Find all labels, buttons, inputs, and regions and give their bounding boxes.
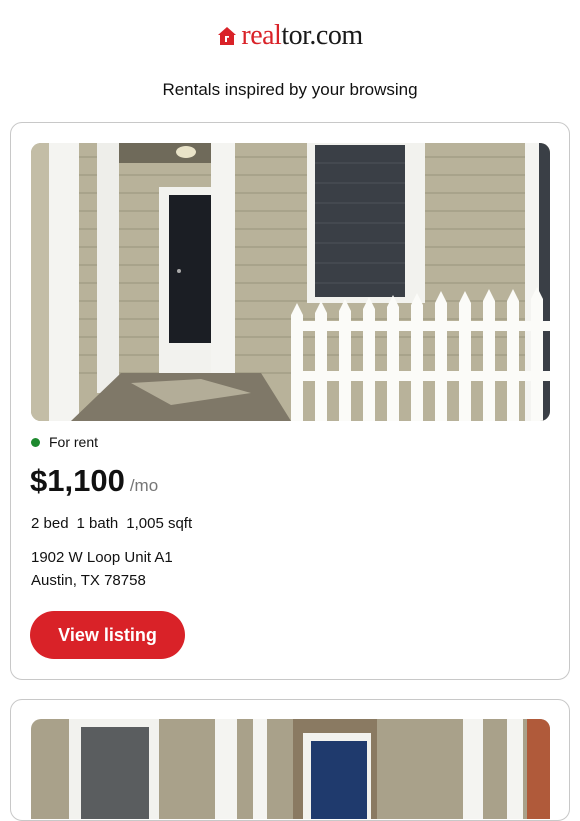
status-dot-icon [31,437,40,447]
sqft: 1,005 sqft [126,515,193,532]
listing-photo[interactable] [31,143,550,421]
price-unit: /mo [129,476,159,495]
listing-price: $1,100 /mo [30,463,158,499]
address-line-1: 1902 W Loop Unit A1 [31,549,173,566]
intro-heading: Rentals inspired by your browsing [162,80,418,99]
beds: 2 bed [31,515,69,532]
logo-wordmark: realtor.com [241,20,363,51]
listing-card[interactable]: For rent $1,100 /mo 2 bed 1 bath 1,005 s… [10,122,570,680]
realtor-logo[interactable]: realtor.com [217,20,363,51]
realtor-house-icon [218,27,237,45]
status-label: For rent [49,434,99,450]
header: realtor.com [0,0,580,72]
listing-status: For rent [31,434,98,450]
address-line-2: Austin, TX 78758 [31,572,146,589]
baths: 1 bath [76,515,119,532]
listing-address: 1902 W Loop Unit A1 Austin, TX 78758 [31,546,173,592]
view-listing-button[interactable]: View listing [30,611,185,659]
listing-facts: 2 bed 1 bath 1,005 sqft [31,515,192,532]
listing-photo-2[interactable] [31,719,550,819]
listing-card-2[interactable] [10,699,570,821]
price-amount: $1,100 [30,463,125,498]
